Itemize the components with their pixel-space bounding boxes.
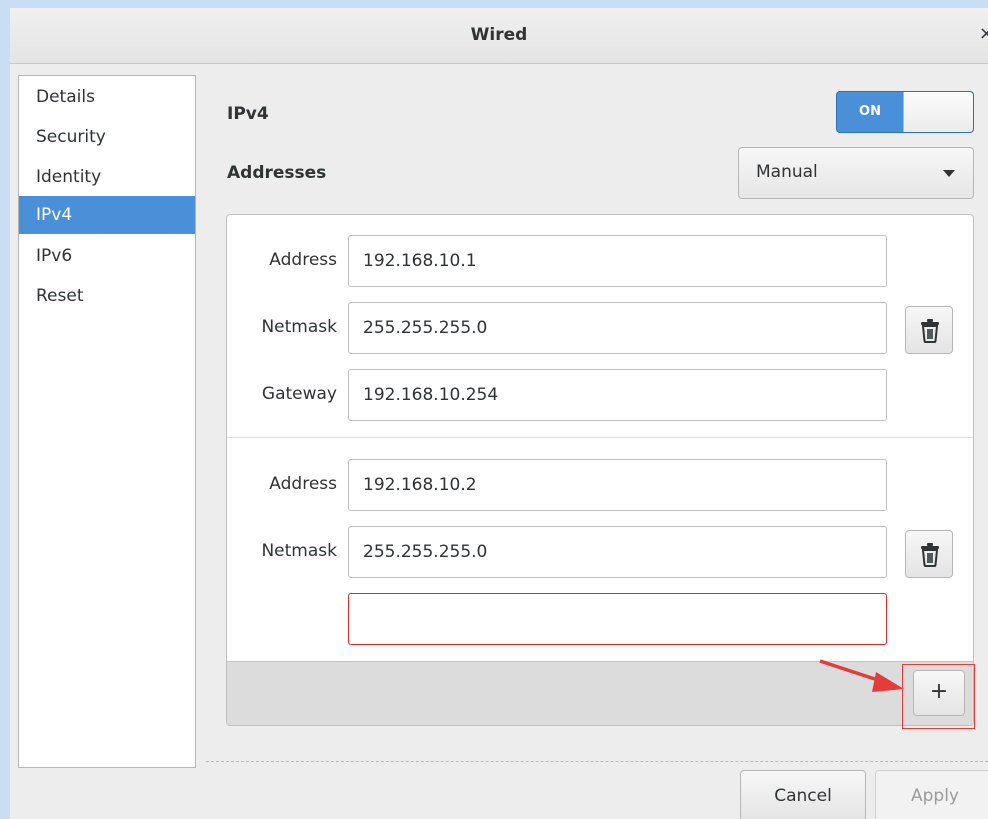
sidebar-item-ipv6[interactable]: IPv6 [19, 237, 195, 275]
close-icon[interactable]: × [979, 23, 988, 44]
netmask-field[interactable]: 255.255.255.0 [348, 302, 887, 354]
trash-icon [921, 543, 939, 567]
toggle-on-label: ON [859, 104, 881, 119]
annotation-arrow [819, 659, 904, 692]
sidebar-item-ipv4[interactable]: IPv4 [19, 196, 195, 234]
delete-entry-button[interactable] [905, 306, 953, 354]
gateway-field[interactable] [348, 593, 887, 645]
trash-icon [921, 319, 939, 343]
cancel-button[interactable]: Cancel [740, 770, 866, 819]
entry-divider [227, 437, 973, 438]
netmask-field[interactable]: 255.255.255.0 [348, 526, 887, 578]
annotation-highlight-box [902, 664, 975, 729]
ipv4-toggle[interactable]: ON [836, 91, 974, 133]
address-label: Address [269, 474, 337, 494]
delete-entry-button[interactable] [905, 530, 953, 578]
chevron-down-icon [943, 170, 955, 177]
sidebar-item-details[interactable]: Details [19, 78, 195, 116]
address-label: Address [269, 250, 337, 270]
sidebar-item-security[interactable]: Security [19, 118, 195, 156]
netmask-label: Netmask [261, 317, 337, 337]
footer-separator [206, 761, 988, 762]
addresses-label: Addresses [227, 163, 327, 183]
gateway-label: Gateway [261, 384, 337, 404]
addresses-panel: Address 192.168.10.1 Netmask 255.255.255… [226, 214, 974, 726]
titlebar: Wired × [10, 8, 988, 64]
network-settings-window: Wired × Details Security Identity IPv4 I… [10, 8, 988, 819]
sidebar-item-identity[interactable]: Identity [19, 158, 195, 196]
address-field[interactable]: 192.168.10.2 [348, 459, 887, 511]
sidebar: Details Security Identity IPv4 IPv6 Rese… [18, 75, 196, 768]
ipv4-heading: IPv4 [227, 104, 269, 124]
toggle-knob[interactable] [903, 92, 973, 132]
address-field[interactable]: 192.168.10.1 [348, 235, 887, 287]
window-title: Wired [470, 25, 528, 45]
netmask-label: Netmask [261, 541, 337, 561]
method-value: Manual [756, 162, 818, 182]
sidebar-item-reset[interactable]: Reset [19, 277, 195, 315]
method-dropdown[interactable]: Manual [738, 147, 974, 199]
apply-button[interactable]: Apply [875, 770, 988, 819]
gateway-field[interactable]: 192.168.10.254 [348, 369, 887, 421]
